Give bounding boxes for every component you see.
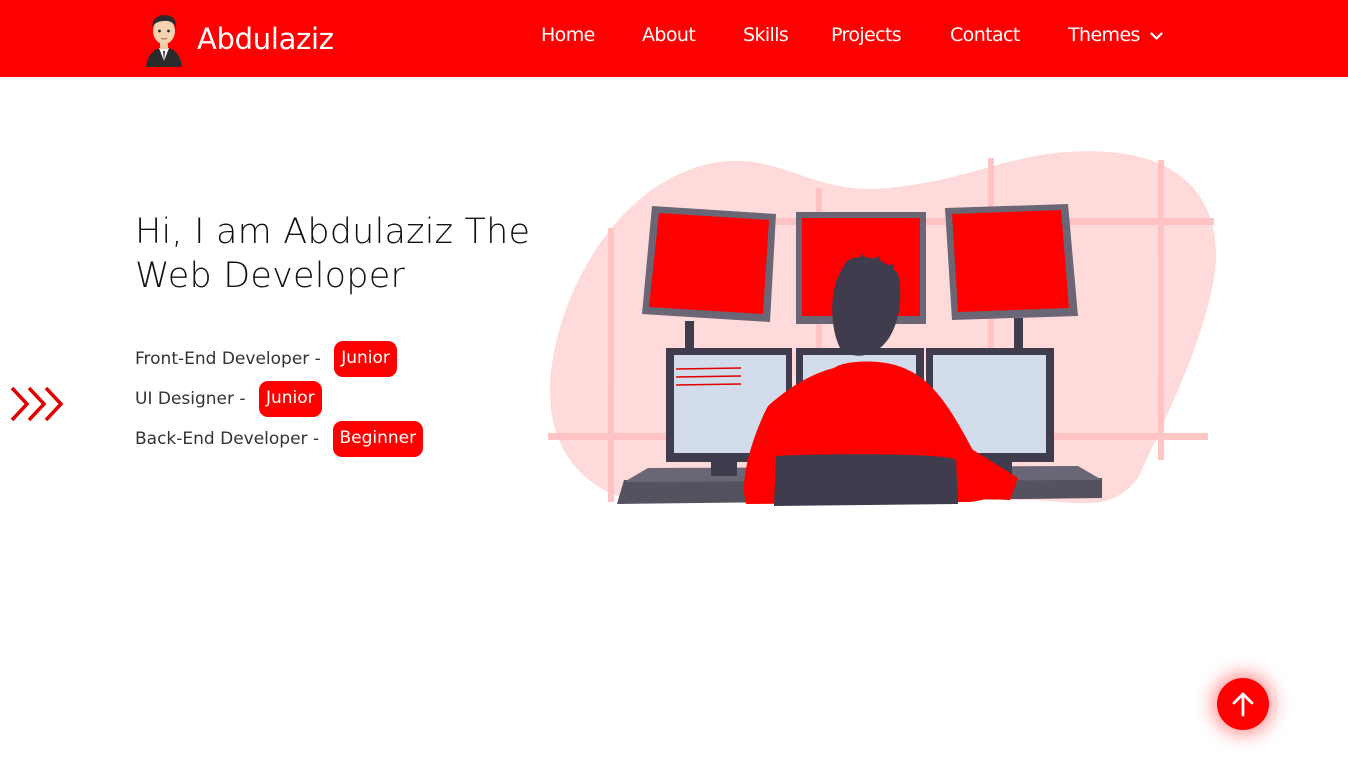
nav-skills[interactable]: Skills bbox=[743, 24, 789, 46]
nav-about[interactable]: About bbox=[642, 24, 696, 46]
brand-name: Abdulaziz bbox=[197, 22, 334, 56]
triple-chevron-right-icon bbox=[10, 386, 64, 422]
developer-at-monitors-illustration bbox=[548, 151, 1217, 506]
back-to-top-button[interactable] bbox=[1217, 678, 1269, 730]
nav-themes-dropdown[interactable]: Themes bbox=[1068, 24, 1163, 46]
role-label: Back-End Developer - bbox=[135, 429, 325, 449]
nav-home[interactable]: Home bbox=[541, 24, 595, 46]
brand[interactable]: Abdulaziz bbox=[140, 10, 334, 68]
role-level-badge: Junior bbox=[258, 381, 322, 417]
nav-themes-label: Themes bbox=[1068, 24, 1140, 46]
developer-avatar-icon bbox=[145, 15, 183, 67]
nav-projects[interactable]: Projects bbox=[831, 24, 902, 46]
hero-title: Hi, I am Abdulaziz The Web Developer bbox=[135, 212, 531, 296]
role-row-backend: Back-End Developer - Beginner bbox=[135, 421, 424, 457]
nav-contact[interactable]: Contact bbox=[950, 24, 1020, 46]
navbar: Abdulaziz Home About Skills Projects Con… bbox=[0, 0, 1348, 77]
chevron-down-icon bbox=[1150, 31, 1163, 40]
role-row-frontend: Front-End Developer - Junior bbox=[135, 341, 397, 377]
role-level-badge: Beginner bbox=[332, 421, 424, 457]
arrow-up-icon bbox=[1232, 692, 1254, 717]
role-label: UI Designer - bbox=[135, 389, 251, 409]
role-label: Front-End Developer - bbox=[135, 349, 327, 369]
role-row-ui-designer: UI Designer - Junior bbox=[135, 381, 322, 417]
role-level-badge: Junior bbox=[334, 341, 397, 377]
